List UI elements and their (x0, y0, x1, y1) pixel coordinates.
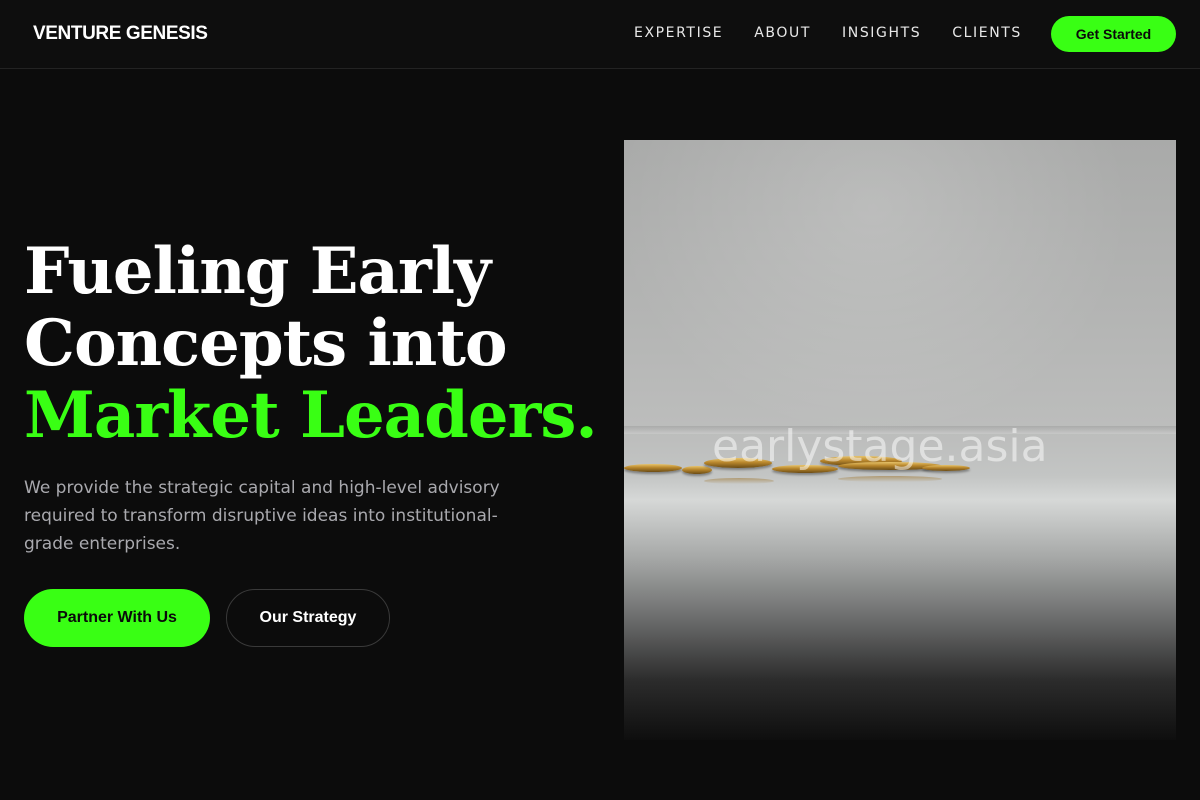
partner-with-us-button[interactable]: Partner With Us (24, 589, 210, 647)
site-header: VENTURE GENESIS EXPERTISE ABOUT INSIGHTS… (0, 0, 1200, 69)
main-nav: EXPERTISE ABOUT INSIGHTS CLIENTS (634, 25, 1053, 41)
brand-logo[interactable]: VENTURE GENESIS (33, 23, 208, 45)
nav-link-insights[interactable]: INSIGHTS (842, 25, 921, 41)
hero-subtitle: We provide the strategic capital and hig… (24, 478, 500, 554)
get-started-button[interactable]: Get Started (1051, 16, 1176, 52)
coin-reflection (838, 476, 942, 482)
hero-title-accent: Market Leaders. (24, 378, 598, 453)
nav-link-expertise[interactable]: EXPERTISE (634, 25, 723, 41)
our-strategy-button[interactable]: Our Strategy (226, 589, 390, 647)
coin (682, 466, 712, 474)
coin (624, 464, 682, 472)
coin-reflection (704, 478, 774, 484)
hero-title: Fueling Early Concepts into Market Leade… (24, 236, 604, 452)
image-watermark: earlystage.asia (712, 421, 1048, 472)
hero-title-line-2: Concepts into (24, 306, 508, 381)
nav-link-about[interactable]: ABOUT (754, 25, 811, 41)
hero-title-line-1: Fueling Early (24, 234, 491, 309)
hero-coins-image: earlystage.asia (624, 140, 1176, 740)
nav-link-clients[interactable]: CLIENTS (952, 25, 1022, 41)
